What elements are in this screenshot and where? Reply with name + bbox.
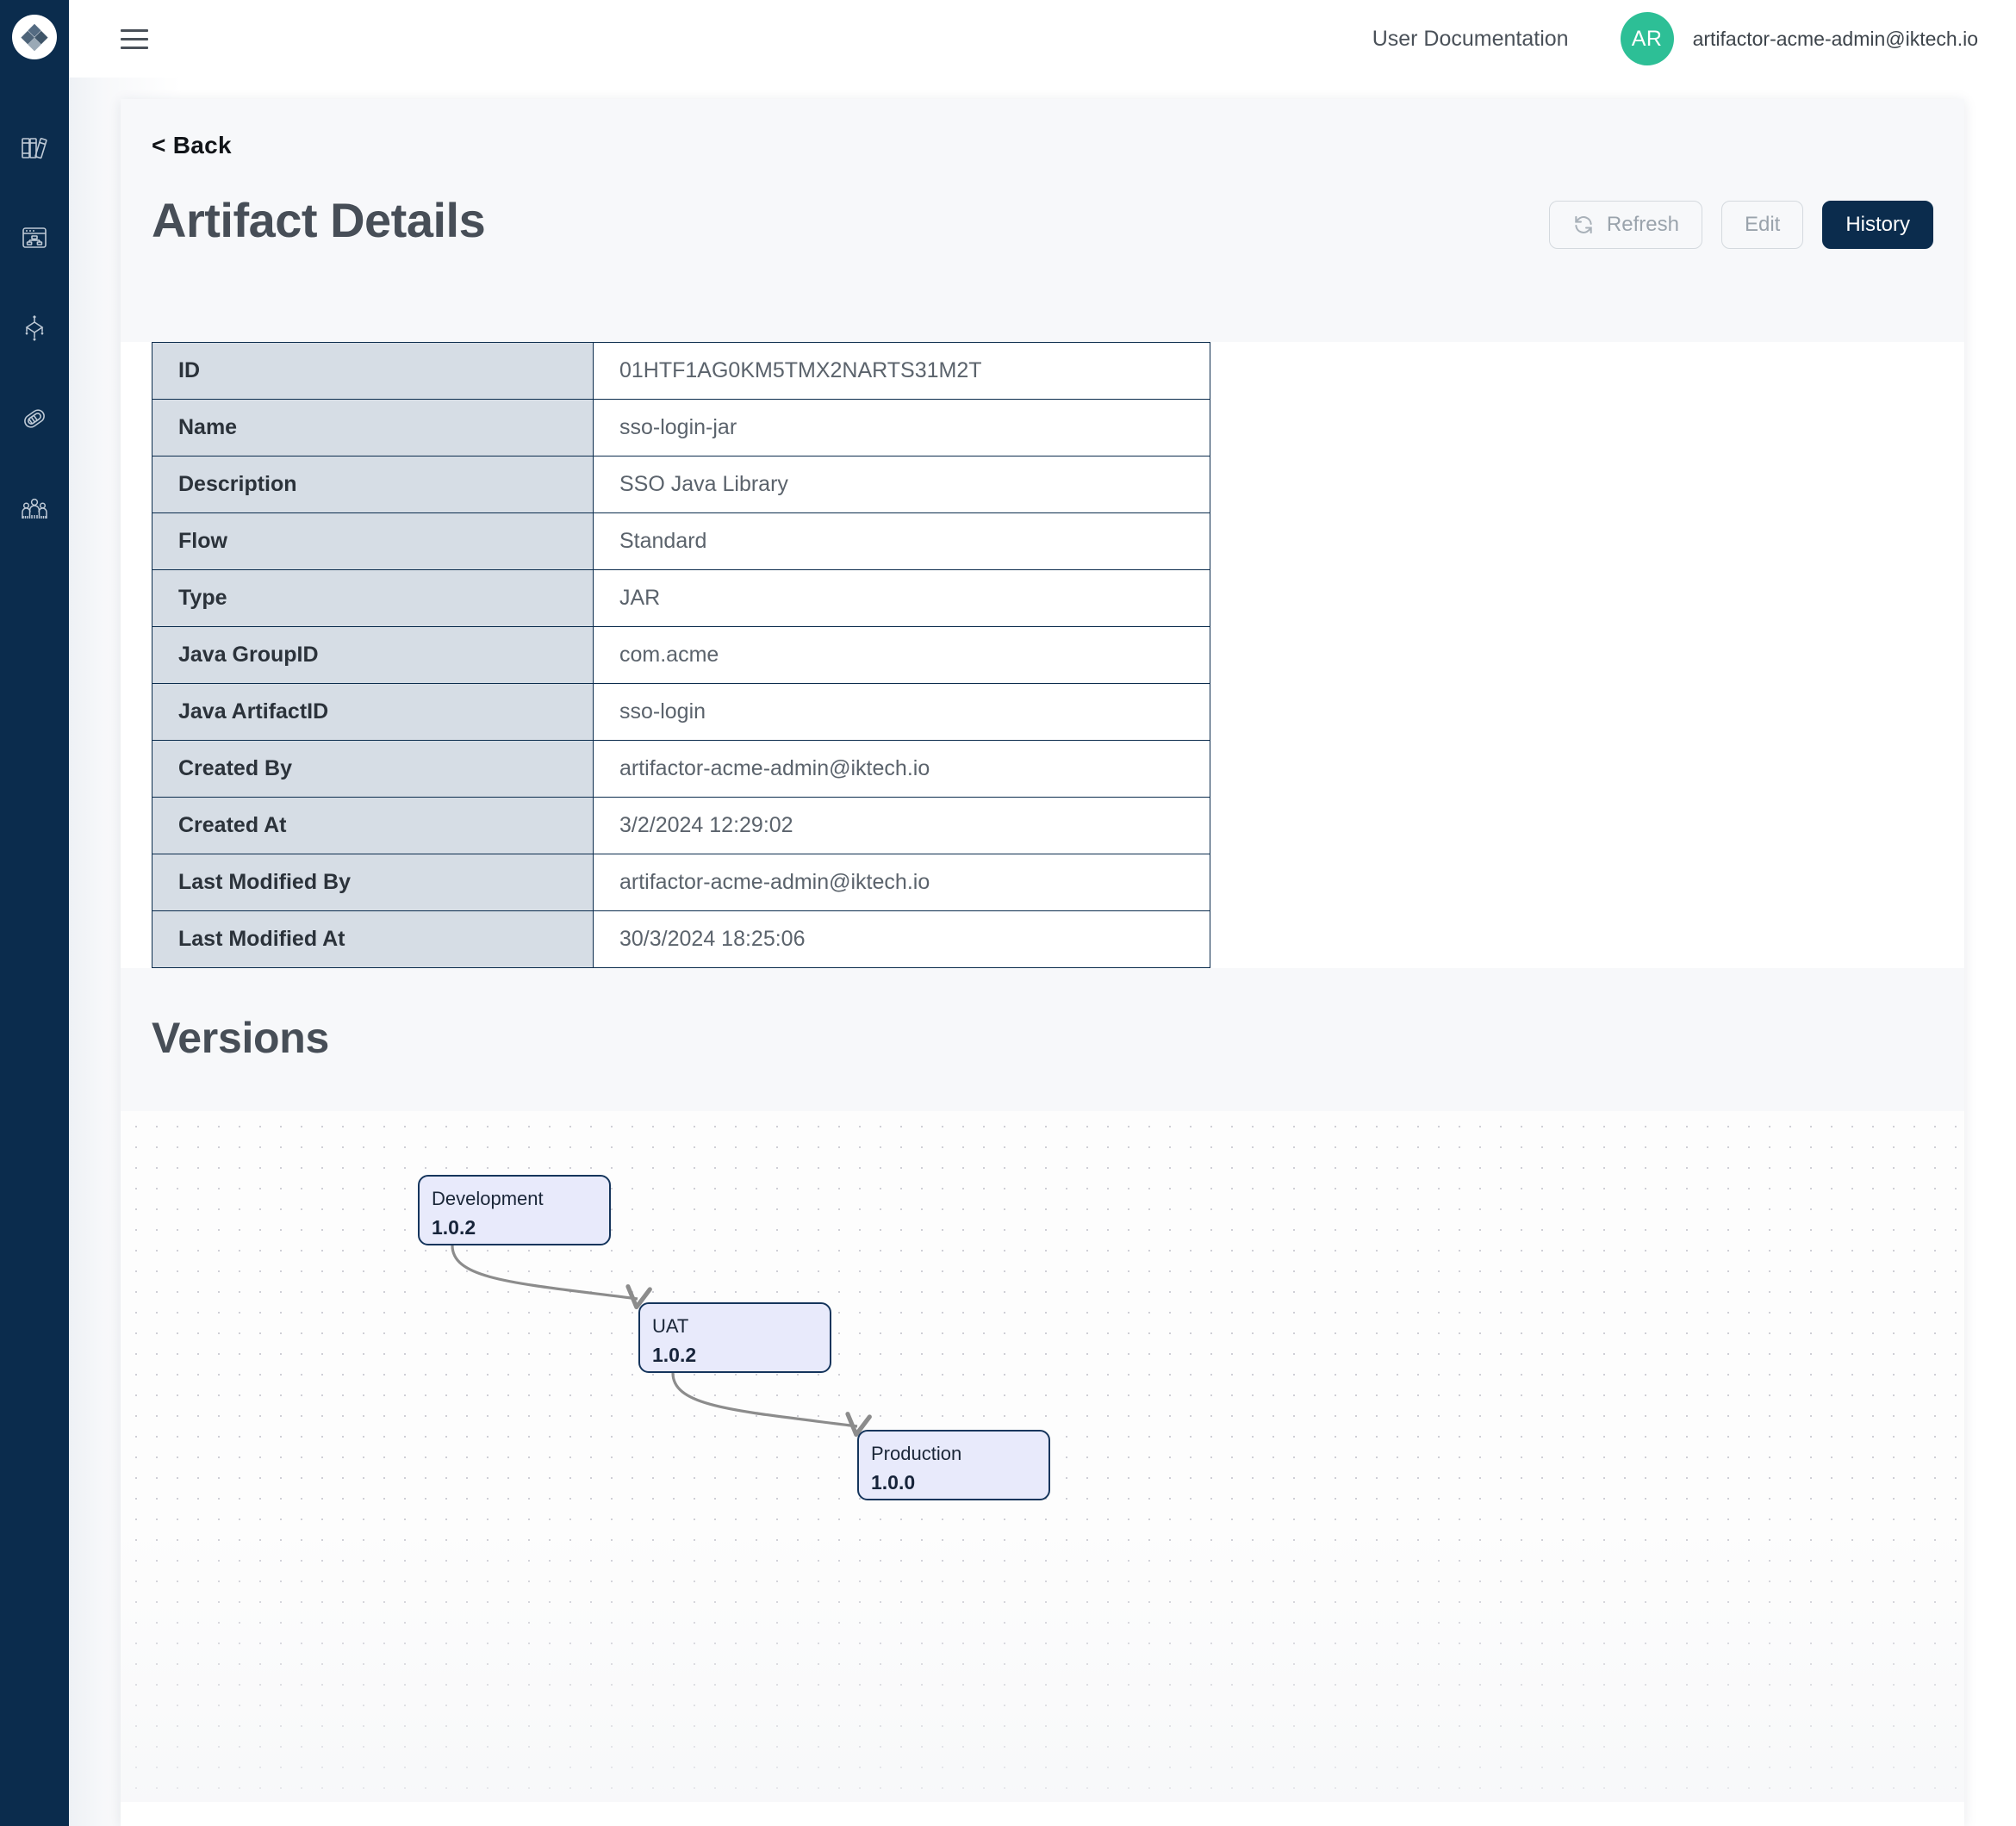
top-bar: User Documentation AR artifactor-acme-ad… [69,0,2016,78]
table-row: ID 01HTF1AG0KM5TMX2NARTS31M2T [152,342,1210,400]
sidebar-item-artifacts[interactable] [15,308,54,348]
row-key: ID [152,342,594,400]
paperclip-icon [17,401,52,436]
artifact-details-panel: < Back Artifact Details Refresh Edit His… [121,99,1964,1826]
flow-node-stage: UAT [652,1315,689,1337]
row-value: artifactor-acme-admin@iktech.io [593,740,1210,798]
versions-title: Versions [152,1014,330,1062]
row-value: Standard [593,512,1210,570]
row-value: 30/3/2024 18:25:06 [593,910,1210,968]
panel-header: < Back Artifact Details Refresh Edit His… [121,99,1964,342]
details-table-zone: ID 01HTF1AG0KM5TMX2NARTS31M2T Name sso-l… [121,342,1964,968]
table-row: Java GroupID com.acme [152,626,1210,684]
row-value: SSO Java Library [593,456,1210,513]
row-key: Last Modified By [152,854,594,911]
row-key: Created At [152,797,594,854]
versions-flow-canvas[interactable]: Development 1.0.2 UAT 1.0.2 Production 1… [121,1111,1964,1802]
top-bar-right: User Documentation AR artifactor-acme-ad… [1372,12,1978,65]
row-value: sso-login [593,683,1210,741]
flow-node-stage: Production [871,1443,962,1464]
action-buttons: Refresh Edit History [1548,201,1933,249]
details-table-body: ID 01HTF1AG0KM5TMX2NARTS31M2T Name sso-l… [152,342,1210,968]
table-row: Type JAR [152,569,1210,627]
table-row: Created At 3/2/2024 12:29:02 [152,797,1210,854]
row-value: JAR [593,569,1210,627]
app-logo[interactable] [11,14,58,60]
table-row: Flow Standard [152,512,1210,570]
flow-node-version: 1.0.2 [432,1215,476,1239]
row-value: sso-login-jar [593,399,1210,456]
app-root: User Documentation AR artifactor-acme-ad… [0,0,2016,1826]
row-value: 3/2/2024 12:29:02 [593,797,1210,854]
page-body: < Back Artifact Details Refresh Edit His… [69,78,2016,1826]
table-row: Java ArtifactID sso-login [152,683,1210,741]
sidebar-item-flows[interactable] [15,218,54,258]
history-button-label: History [1845,213,1910,236]
row-key: Java GroupID [152,626,594,684]
row-key: Last Modified At [152,910,594,968]
history-button[interactable]: History [1822,201,1933,249]
sidebar-item-attachments[interactable] [15,399,54,438]
diamond-logo-icon [12,15,57,59]
row-value: 01HTF1AG0KM5TMX2NARTS31M2T [593,342,1210,400]
node-network-icon [17,311,52,345]
back-link[interactable]: < Back [152,132,232,159]
refresh-button[interactable]: Refresh [1548,201,1702,249]
flow-node-version: 1.0.0 [871,1470,916,1494]
table-row: Description SSO Java Library [152,456,1210,513]
flow-node-production[interactable]: Production 1.0.0 [857,1430,1050,1500]
row-key: Name [152,399,594,456]
refresh-icon [1572,214,1595,236]
row-key: Flow [152,512,594,570]
table-row: Name sso-login-jar [152,399,1210,456]
avatar[interactable]: AR [1620,12,1674,65]
refresh-button-label: Refresh [1606,213,1679,236]
row-key: Type [152,569,594,627]
flow-node-version: 1.0.2 [652,1343,697,1366]
flow-node-development[interactable]: Development 1.0.2 [418,1175,611,1245]
flow-window-icon [17,220,52,255]
user-email: artifactor-acme-admin@iktech.io [1692,27,1978,50]
table-row: Created By artifactor-acme-admin@iktech.… [152,740,1210,798]
edit-button[interactable]: Edit [1720,201,1804,249]
table-row: Last Modified At 30/3/2024 18:25:06 [152,910,1210,968]
books-icon [17,130,52,165]
edge-uat-production [671,1372,872,1438]
edit-button-label: Edit [1744,213,1781,236]
artifact-details-table: ID 01HTF1AG0KM5TMX2NARTS31M2T Name sso-l… [152,342,1210,968]
row-key: Java ArtifactID [152,683,594,741]
hamburger-icon[interactable] [121,22,155,56]
table-row: Last Modified By artifactor-acme-admin@i… [152,854,1210,911]
sidebar [0,0,69,1826]
people-icon [17,492,52,526]
sidebar-nav [15,127,54,529]
hamburger-line [121,37,148,40]
hamburger-line [121,46,148,49]
row-key: Description [152,456,594,513]
row-key: Created By [152,740,594,798]
row-value: artifactor-acme-admin@iktech.io [593,854,1210,911]
hamburger-line [121,28,148,32]
sidebar-item-library[interactable] [15,127,54,167]
edge-development-uat [451,1245,652,1310]
row-value: com.acme [593,626,1210,684]
flow-node-uat[interactable]: UAT 1.0.2 [638,1302,831,1373]
flow-node-stage: Development [432,1188,544,1209]
user-documentation-link[interactable]: User Documentation [1372,27,1569,52]
versions-header: Versions [121,968,1964,1111]
sidebar-item-users[interactable] [15,489,54,529]
